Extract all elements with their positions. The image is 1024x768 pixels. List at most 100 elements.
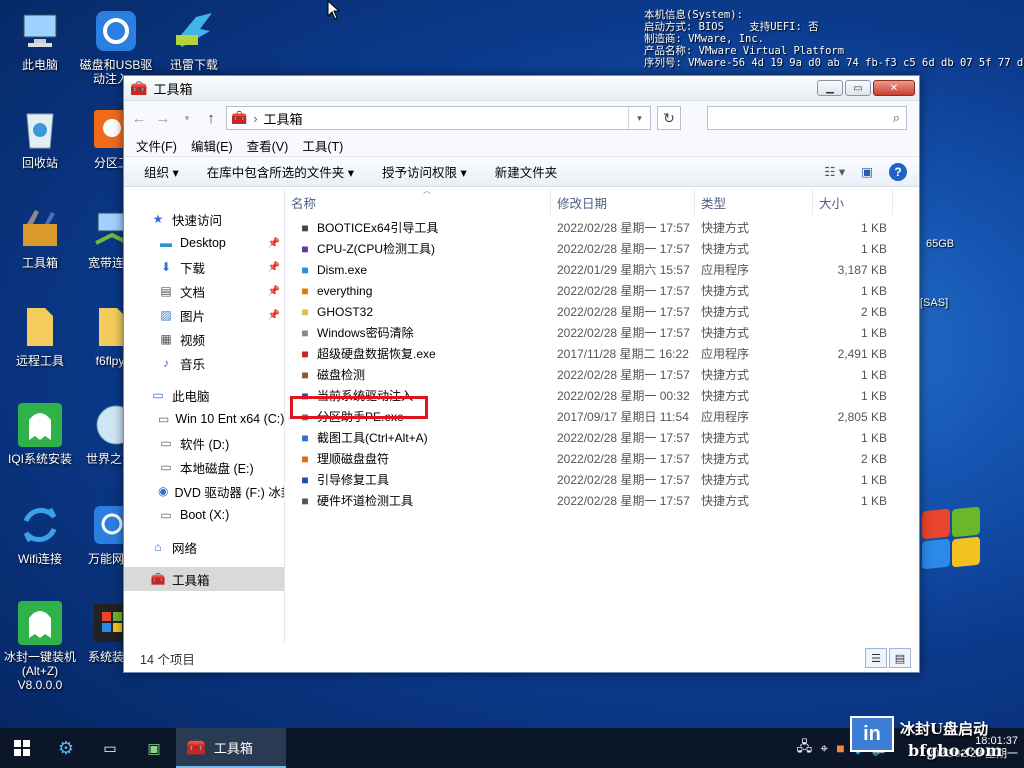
nav-item[interactable]: ▤ 文档 📌: [124, 279, 284, 303]
file-row[interactable]: ■ 超级硬盘数据恢复.exe 2017/11/28 星期二 16:22 应用程序 2,4…: [291, 343, 919, 364]
address-bar[interactable]: 🧰 › 工具箱 ▾: [226, 106, 651, 130]
nav-item[interactable]: ▨ 图片 📌: [124, 303, 284, 327]
file-date: 2022/02/28 星期一 17:57: [557, 326, 690, 340]
view-options-icon[interactable]: ☷ ▾: [824, 164, 845, 179]
file-row[interactable]: ■ 理顺磁盘盘符 2022/02/28 星期一 17:57 快捷方式 2 KB: [291, 448, 919, 469]
back-button[interactable]: ←: [130, 110, 148, 127]
nav-item[interactable]: ▭ Boot (X:): [124, 503, 284, 527]
file-name: Dism.exe: [317, 262, 368, 277]
column-size[interactable]: 大小: [813, 189, 893, 215]
desktop-icon-wifi[interactable]: Wifi连接: [0, 502, 80, 566]
network-tray-icon[interactable]: 🖧: [797, 736, 813, 760]
thunder-icon: [171, 8, 217, 54]
file-row[interactable]: ■ everything 2022/02/28 星期一 17:57 快捷方式 1 KB: [291, 280, 919, 301]
help-icon[interactable]: ?: [889, 162, 907, 181]
desktop-icon-iqi-install[interactable]: IQI系统安装: [0, 402, 80, 466]
file-row[interactable]: ■ Dism.exe 2022/01/29 星期六 15:57 应用程序 3,187 K…: [291, 259, 919, 280]
nav-item[interactable]: ▭ Win 10 Ent x64 (C:): [124, 407, 284, 431]
menu-tools[interactable]: 工具(T): [302, 136, 343, 155]
pin-icon: 📌: [267, 237, 280, 249]
start-button[interactable]: [0, 728, 44, 768]
desktop-icon-recycle-bin[interactable]: 回收站: [0, 106, 80, 170]
file-row[interactable]: ■ Windows密码清除 2022/02/28 星期一 17:57 快捷方式 1 KB: [291, 322, 919, 343]
cpuz-icon: ■: [301, 241, 309, 256]
file-date: 2022/02/28 星期一 17:57: [557, 494, 690, 508]
nav-item[interactable]: ⬇ 下载 📌: [124, 255, 284, 279]
nav-item-label: 网络: [172, 541, 198, 556]
address-dropdown-icon[interactable]: ▾: [628, 107, 650, 129]
windows-icon: [14, 740, 30, 756]
nav-item[interactable]: ♪ 音乐: [124, 351, 284, 375]
nav-item[interactable]: ◉ DVD 驱动器 (F:) 冰封: [124, 479, 284, 503]
desktop-icon-thunder[interactable]: 迅雷下载: [154, 8, 234, 72]
taskbar-app-gear-icon[interactable]: ⚙: [44, 728, 88, 768]
maximize-button[interactable]: ▭: [845, 80, 871, 96]
disk-usb-icon: [93, 8, 139, 54]
taskbar-app-monitor-icon[interactable]: ▣: [132, 728, 176, 768]
file-row[interactable]: ■ 磁盘检测 2022/02/28 星期一 17:57 快捷方式 1 KB: [291, 364, 919, 385]
color-tray-icon[interactable]: ■: [836, 740, 844, 756]
taskbar-app-toolbox[interactable]: 🧰 工具箱: [176, 728, 286, 768]
organize-button[interactable]: 组织 ▾: [144, 162, 179, 181]
nav-item[interactable]: 🧰 工具箱: [124, 567, 284, 591]
details-view-button[interactable]: ☰: [865, 648, 887, 668]
desktop-icon-label: 工具箱: [21, 256, 58, 270]
desktop-icon-remote-tools[interactable]: 远程工具: [0, 304, 80, 368]
share-with-button[interactable]: 授予访问权限 ▾: [382, 162, 467, 181]
preview-pane-icon[interactable]: ▣: [861, 164, 873, 179]
column-name[interactable]: 名称: [285, 189, 551, 215]
file-size: 1 KB: [860, 472, 887, 487]
menu-view[interactable]: 查看(V): [247, 136, 289, 155]
large-icons-view-button[interactable]: ▤: [889, 648, 911, 668]
desktop-icon-label: IQI系统安装: [7, 452, 72, 466]
file-row[interactable]: ■ 硬件坏道检测工具 2022/02/28 星期一 17:57 快捷方式 1 KB: [291, 490, 919, 511]
nav-item[interactable]: ▦ 视频: [124, 327, 284, 351]
file-date: 2017/09/17 星期日 11:54: [557, 410, 689, 424]
search-icon: ■: [301, 283, 309, 298]
file-row[interactable]: ■ 截图工具(Ctrl+Alt+A) 2022/02/28 星期一 17:57 快捷方…: [291, 427, 919, 448]
file-row[interactable]: ■ 引导修复工具 2022/02/28 星期一 17:57 快捷方式 1 KB: [291, 469, 919, 490]
desktop-icon-label: 冰封一键装机(Alt+Z) V8.0.0.0: [3, 650, 76, 692]
cursor-tray-icon[interactable]: ⌖: [820, 740, 828, 757]
close-button[interactable]: ✕: [873, 80, 915, 96]
menu-edit[interactable]: 编辑(E): [191, 136, 233, 155]
nav-item[interactable]: ▬ Desktop 📌: [124, 231, 284, 255]
title-bar[interactable]: 🧰 工具箱 ▁ ▭ ✕: [124, 76, 919, 101]
nav-item-label: Win 10 Ent x64 (C:): [175, 412, 285, 426]
desktop-icon-toolbox[interactable]: 工具箱: [0, 206, 80, 270]
nav-item[interactable]: ▭ 本地磁盘 (E:): [124, 455, 284, 479]
new-folder-button[interactable]: 新建文件夹: [495, 162, 558, 181]
search-input[interactable]: ⌕: [707, 106, 907, 130]
toolbox-icon: 🧰: [130, 79, 148, 96]
address-segment[interactable]: 工具箱: [264, 109, 303, 128]
file-name: GHOST32: [317, 304, 374, 319]
file-date: 2022/02/28 星期一 00:32: [557, 389, 690, 403]
nav-item-label: 图片: [180, 309, 206, 324]
up-button[interactable]: ↑: [202, 110, 220, 127]
file-row[interactable]: ■ GHOST32 2022/02/28 星期一 17:57 快捷方式 2 KB: [291, 301, 919, 322]
column-date[interactable]: 修改日期: [551, 189, 695, 215]
refresh-button[interactable]: ↻: [657, 106, 681, 130]
include-in-library-button[interactable]: 在库中包含所选的文件夹 ▾: [207, 162, 354, 181]
menu-file[interactable]: 文件(F): [136, 136, 177, 155]
column-type[interactable]: 类型: [695, 189, 813, 215]
minimize-button[interactable]: ▁: [817, 80, 843, 96]
forward-button[interactable]: →: [154, 110, 172, 127]
nav-item-label: 本地磁盘 (E:): [180, 461, 254, 476]
toolbox-icon: 🧰: [150, 572, 166, 586]
recovery-icon: ■: [301, 346, 309, 361]
file-row[interactable]: ■ CPU-Z(CPU检测工具) 2022/02/28 星期一 17:57 快捷方式 1…: [291, 238, 919, 259]
desktop-icon-oneclick-install[interactable]: 冰封一键装机(Alt+Z) V8.0.0.0: [0, 600, 80, 692]
taskbar-app-terminal-icon[interactable]: ▭: [88, 728, 132, 768]
nav-item[interactable]: ▭ 此电脑: [124, 383, 284, 407]
nav-item[interactable]: ⌂ 网络: [124, 535, 284, 559]
file-row[interactable]: ■ BOOTICEx64引导工具 2022/02/28 星期一 17:57 快捷方式 1…: [291, 217, 919, 238]
nav-item-label: DVD 驱动器 (F:) 冰封: [174, 485, 285, 500]
nav-item-label: 音乐: [180, 357, 206, 372]
nav-item[interactable]: ★ 快速访问: [124, 207, 284, 231]
nav-item[interactable]: ▭ 软件 (D:): [124, 431, 284, 455]
nav-item-label: 工具箱: [172, 573, 210, 588]
history-dropdown-icon[interactable]: ▾: [178, 113, 196, 124]
desktop-icon-this-pc[interactable]: 此电脑: [0, 8, 80, 72]
